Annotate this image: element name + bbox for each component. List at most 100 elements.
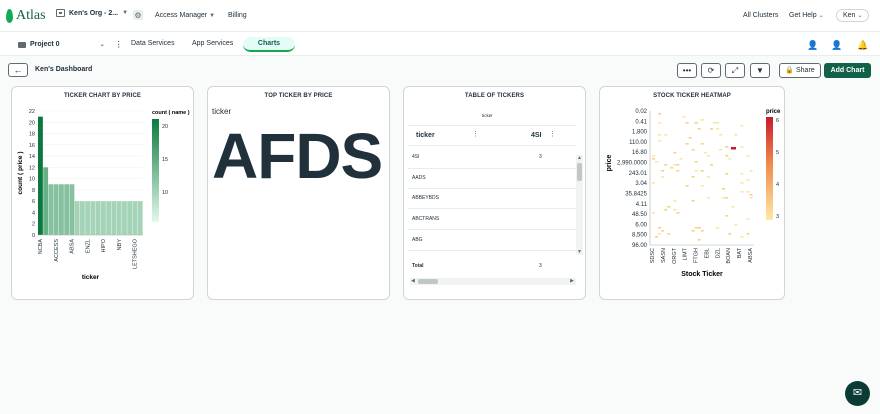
heat-cell bbox=[697, 239, 701, 241]
back-button[interactable]: ← bbox=[8, 63, 28, 77]
legend-gradient bbox=[152, 119, 159, 222]
heat-cell bbox=[691, 200, 695, 202]
heat-cell bbox=[725, 197, 729, 199]
filter-icon: ▼ bbox=[756, 66, 764, 75]
heat-cell bbox=[694, 122, 698, 124]
heat-cell bbox=[673, 209, 677, 211]
legend-tick: 4 bbox=[776, 182, 779, 188]
x-tick-label: ENZL bbox=[85, 239, 91, 253]
x-tick-label: DZL bbox=[715, 248, 721, 258]
column-header-ticker[interactable]: ticker bbox=[416, 132, 435, 139]
tab-app-services[interactable]: App Services bbox=[192, 40, 233, 47]
heat-cell bbox=[658, 122, 662, 124]
bar bbox=[38, 116, 43, 235]
tab-data-services[interactable]: Data Services bbox=[131, 40, 175, 47]
help-chat-button[interactable]: ✉ bbox=[845, 381, 870, 406]
heat-cell bbox=[700, 230, 704, 232]
heat-cell bbox=[700, 119, 704, 121]
org-selector[interactable]: Ken's Org - 2... ▼ bbox=[56, 9, 128, 17]
y-tick-label: 110.00 bbox=[629, 140, 648, 146]
gear-icon[interactable]: ⚙ bbox=[133, 10, 143, 20]
y-tick-label: 48.50 bbox=[632, 212, 648, 218]
column-menu-icon[interactable]: ⋮ bbox=[472, 130, 479, 138]
bar bbox=[53, 184, 59, 235]
atlas-logo[interactable]: Atlas bbox=[6, 8, 46, 24]
heat-cell bbox=[709, 164, 713, 166]
bell-icon[interactable]: 🔔 bbox=[857, 40, 868, 50]
bar bbox=[111, 201, 117, 235]
access-manager-menu[interactable]: Access Manager ▼ bbox=[155, 12, 215, 19]
table-cell: 3 bbox=[539, 154, 542, 160]
heat-cell bbox=[716, 128, 720, 130]
refresh-button[interactable]: ⟳ bbox=[701, 63, 721, 78]
y-tick-label: 8,500 bbox=[632, 233, 648, 239]
billing-link[interactable]: Billing bbox=[228, 12, 247, 19]
heat-cell bbox=[652, 158, 655, 160]
bar bbox=[137, 201, 143, 235]
top-ticker-card[interactable]: TOP TICKER BY PRICE ticker AFDS bbox=[207, 86, 390, 300]
bar bbox=[127, 201, 133, 235]
x-tick-label: NBY bbox=[117, 239, 123, 251]
legend-title: price bbox=[766, 109, 781, 115]
filter-button[interactable]: ▼ bbox=[750, 63, 770, 78]
more-vertical-icon[interactable]: ⋮ bbox=[115, 40, 123, 49]
heat-cell bbox=[676, 170, 680, 172]
bar bbox=[90, 201, 96, 235]
x-tick-label: HIPO bbox=[101, 238, 107, 252]
heat-cell bbox=[664, 164, 668, 166]
horizontal-scrollbar[interactable]: ◀ ▶ bbox=[410, 278, 576, 285]
ellipsis-icon: ••• bbox=[682, 66, 692, 75]
y-tick-label: 2,990.0000 bbox=[617, 161, 648, 167]
x-tick-label: ACCESS bbox=[54, 239, 60, 262]
x-axis-label: ticker bbox=[82, 274, 100, 281]
heat-cell bbox=[694, 161, 698, 163]
vertical-scrollbar[interactable]: ▲ ▼ bbox=[576, 155, 583, 255]
heat-cell bbox=[694, 227, 698, 229]
fullscreen-icon: ⤢ bbox=[731, 66, 739, 75]
heat-cell bbox=[746, 191, 750, 193]
ticker-chart-card[interactable]: TICKER CHART BY PRICE 0 2 4 6 8 10 12 14 16 18 20 2… bbox=[11, 86, 194, 300]
heat-cell bbox=[706, 197, 710, 199]
tab-charts[interactable]: Charts bbox=[243, 37, 295, 52]
chevron-down-icon: ⌄ bbox=[99, 42, 105, 48]
get-help-menu[interactable]: Get Help ⌄ bbox=[789, 12, 824, 19]
heatmap-chart: 0.02 0.41 1,800 110.00 16.80 2,990.0000 243.01… bbox=[606, 109, 781, 278]
y-tick-label: 1,800 bbox=[632, 130, 648, 136]
y-tick-label: 12 bbox=[29, 165, 35, 171]
heat-cell bbox=[728, 158, 732, 160]
x-tick-label: EBL bbox=[704, 248, 710, 258]
table-card[interactable]: TABLE OF TICKERS ticker ticker ⋮ 4SI ⋮ 4… bbox=[403, 86, 586, 300]
legend-tick: 5 bbox=[776, 150, 779, 156]
all-clusters-link[interactable]: All Clusters bbox=[743, 12, 778, 19]
chart-title: TOP TICKER BY PRICE bbox=[264, 93, 333, 99]
x-tick-label: ORGT bbox=[672, 247, 678, 264]
activity-feed-icon[interactable]: 👤 bbox=[831, 40, 842, 50]
y-axis-label: price bbox=[606, 155, 613, 172]
user-menu[interactable]: Ken ⌄ bbox=[836, 9, 870, 22]
heat-cell bbox=[691, 176, 695, 178]
chat-icon: ✉ bbox=[852, 387, 863, 399]
heat-cell bbox=[691, 230, 695, 232]
bar bbox=[48, 184, 54, 235]
column-menu-icon[interactable]: ⋮ bbox=[549, 130, 556, 138]
y-axis-label: count ( price ) bbox=[17, 152, 24, 195]
table-cell: ABBEYBDS bbox=[412, 195, 439, 201]
heat-cell bbox=[661, 230, 665, 232]
x-tick-label: BAT bbox=[737, 247, 743, 258]
y-tick-label: 14 bbox=[29, 154, 35, 160]
heat-cell bbox=[691, 149, 695, 151]
add-chart-button[interactable]: Add Chart bbox=[824, 63, 871, 78]
heatmap-card[interactable]: STOCK TICKER HEATMAP 0.02 0.41 1,800 110.00… bbox=[599, 86, 785, 300]
share-button[interactable]: 🔒 Share bbox=[779, 63, 821, 78]
heat-cell bbox=[722, 188, 726, 190]
invite-user-icon[interactable]: 👤 bbox=[807, 40, 818, 50]
column-header-4si[interactable]: 4SI bbox=[531, 132, 542, 139]
bar bbox=[74, 201, 80, 235]
project-selector[interactable]: Project 0 ⌄ ⋮ bbox=[18, 40, 123, 49]
ticker-label: ticker bbox=[212, 107, 232, 116]
bar bbox=[101, 201, 106, 235]
brand-name: Atlas bbox=[16, 8, 46, 23]
fullscreen-button[interactable]: ⤢ bbox=[725, 63, 745, 78]
more-options-button[interactable]: ••• bbox=[677, 63, 697, 78]
heat-cell bbox=[685, 122, 689, 124]
